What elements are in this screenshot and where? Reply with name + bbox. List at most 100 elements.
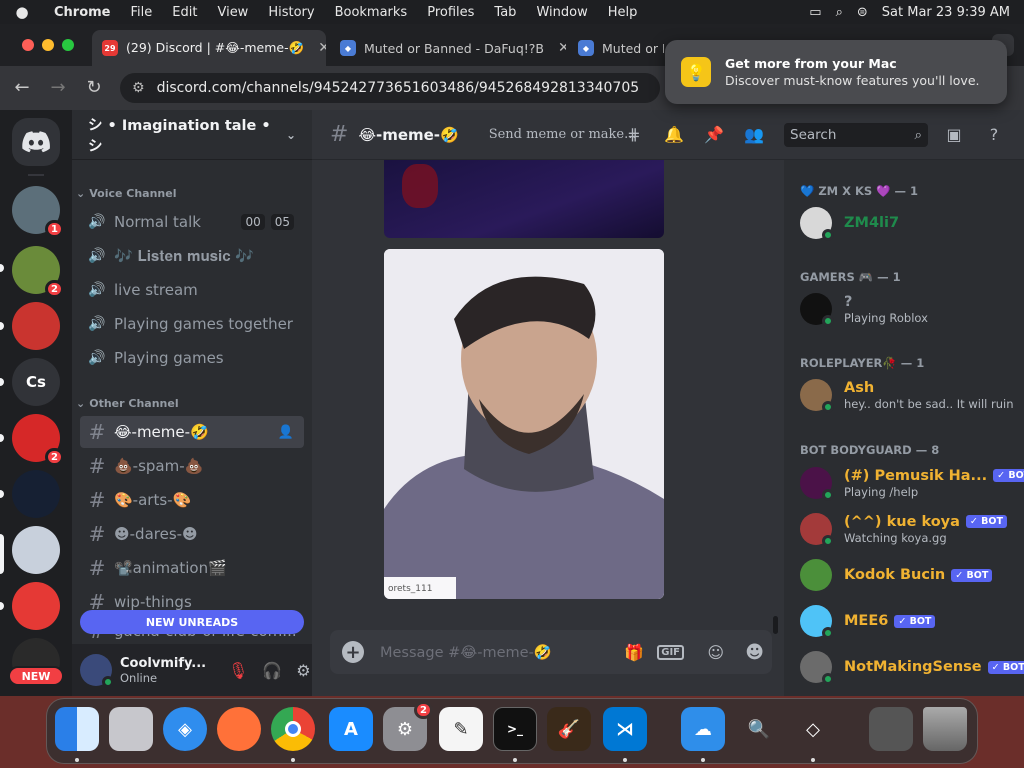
menu-history[interactable]: History bbox=[258, 5, 324, 20]
emoji-icon[interactable]: ☻ bbox=[745, 642, 764, 663]
menu-profiles[interactable]: Profiles bbox=[417, 5, 484, 20]
tab-discord[interactable]: 29 (29) Discord | #😂-meme-🤣 ✕ bbox=[92, 30, 326, 66]
server-icon-imagination-tale[interactable] bbox=[12, 526, 60, 574]
menu-window[interactable]: Window bbox=[526, 5, 597, 20]
spotlight-icon[interactable]: ⌕ bbox=[836, 5, 843, 20]
menu-view[interactable]: View bbox=[207, 5, 258, 20]
screen-mirroring-icon[interactable]: ▭ bbox=[809, 5, 821, 20]
meme-image-attachment[interactable]: orets_111 bbox=[384, 249, 664, 599]
voice-channel-listen-music[interactable]: 🔊 🎶 𝐋𝐢𝐬𝐭𝐞𝐧 𝐦𝐮𝐬𝐢𝐜 🎶 bbox=[80, 240, 304, 272]
gif-icon[interactable]: GIF bbox=[657, 644, 684, 660]
category-voice[interactable]: ⌄ Voice Channel bbox=[76, 187, 177, 200]
new-unreads-banner[interactable]: NEW UNREADS bbox=[80, 610, 304, 634]
gift-icon[interactable]: 🎁 bbox=[624, 643, 644, 662]
forward-icon[interactable]: → bbox=[46, 76, 70, 100]
text-channel-spam[interactable]: # 💩-spam-💩 bbox=[80, 450, 304, 482]
server-icon-6[interactable] bbox=[12, 470, 60, 518]
pin-icon[interactable]: 📌 bbox=[702, 123, 726, 147]
discord-home-button[interactable] bbox=[12, 118, 60, 166]
member-item[interactable]: Ash hey.. don't be sad.. It will ruin ..… bbox=[800, 374, 1020, 416]
user-info[interactable]: Coolvmify... Online bbox=[120, 656, 216, 685]
back-icon[interactable]: ← bbox=[10, 76, 34, 100]
address-bar[interactable]: ⚙ discord.com/channels/94524277365160348… bbox=[120, 73, 660, 103]
system-settings-icon[interactable]: ⚙ 2 bbox=[383, 701, 433, 751]
textedit-icon[interactable]: ✎ bbox=[439, 707, 483, 751]
member-list-icon[interactable]: 👥 bbox=[742, 123, 766, 147]
minimize-window-button[interactable] bbox=[42, 39, 54, 51]
text-channel-arts[interactable]: # 🎨-arts-🎨 bbox=[80, 484, 304, 516]
menu-bookmarks[interactable]: Bookmarks bbox=[325, 5, 418, 20]
sticker-icon[interactable]: ☺ bbox=[707, 643, 724, 662]
voice-channel-playing-games[interactable]: 🔊 Playing games bbox=[80, 342, 304, 374]
close-tab-icon[interactable]: ✕ bbox=[558, 40, 566, 56]
member-item[interactable]: (#) Pemusik Ha... ✓ BOT Playing /help bbox=[800, 462, 1024, 504]
search-input[interactable]: Search ⌕ bbox=[784, 123, 928, 147]
server-icon-8[interactable] bbox=[12, 582, 60, 630]
voice-channel-normal-talk[interactable]: 🔊 Normal talk 00 05 bbox=[80, 206, 304, 238]
server-icon-cs[interactable]: Cs bbox=[12, 358, 60, 406]
member-item[interactable]: MEE6 ✓ BOT bbox=[800, 600, 1020, 642]
screenshots-icon[interactable] bbox=[869, 707, 913, 751]
server-header[interactable]: シ • Imagination tale • シ ⌄ bbox=[72, 110, 312, 160]
server-icon-2[interactable]: 2 bbox=[12, 246, 64, 298]
voice-channel-playing-games-together[interactable]: 🔊 Playing games together bbox=[80, 308, 304, 340]
tab-muted-or-banned[interactable]: ◆ Muted or Banned - DaFuq!?B ✕ bbox=[330, 30, 566, 66]
firefox-icon[interactable] bbox=[217, 707, 261, 751]
new-badge[interactable]: NEW bbox=[8, 666, 64, 686]
text-channel-meme[interactable]: # 😂-meme-🤣 👤 bbox=[80, 416, 304, 448]
menu-app-name[interactable]: Chrome bbox=[44, 5, 121, 20]
chrome-icon[interactable] bbox=[271, 707, 315, 751]
add-member-icon[interactable]: 👤 bbox=[278, 425, 294, 440]
launchpad-icon[interactable] bbox=[109, 707, 153, 751]
member-item[interactable]: ? Playing Roblox bbox=[800, 288, 1020, 330]
finder-icon[interactable] bbox=[55, 707, 99, 751]
weather-icon[interactable]: ☁ bbox=[681, 707, 725, 751]
server-icon-5[interactable]: 2 bbox=[12, 414, 64, 466]
vscode-icon[interactable]: ⋊ bbox=[603, 707, 647, 751]
notification-bell-icon[interactable]: 🔔 bbox=[662, 123, 686, 147]
app-store-icon[interactable]: A bbox=[329, 707, 373, 751]
inbox-icon[interactable]: ▣ bbox=[942, 123, 966, 147]
text-channel-animation[interactable]: # 📽️animation🎬 bbox=[80, 552, 304, 584]
chat-scrollbar[interactable] bbox=[773, 616, 778, 634]
server-icon-3[interactable] bbox=[12, 302, 60, 350]
voice-channel-live-stream[interactable]: 🔊 live stream bbox=[80, 274, 304, 306]
macos-notification[interactable]: 💡 Get more from your Mac Discover must-k… bbox=[665, 40, 1007, 104]
user-avatar[interactable] bbox=[80, 654, 114, 688]
garageband-icon[interactable]: 🎸 bbox=[547, 707, 591, 751]
upload-plus-icon[interactable]: + bbox=[342, 641, 364, 663]
close-window-button[interactable] bbox=[22, 39, 34, 51]
preview-icon[interactable]: 🔍 bbox=[737, 707, 781, 751]
unity-icon[interactable]: ◇ bbox=[791, 707, 835, 751]
previous-image-attachment[interactable] bbox=[384, 160, 664, 238]
help-icon[interactable]: ? bbox=[982, 123, 1006, 147]
menubar-clock[interactable]: Sat Mar 23 9:39 AM bbox=[882, 5, 1010, 20]
reload-icon[interactable]: ↻ bbox=[82, 76, 106, 100]
member-item[interactable]: NotMakingSense ✓ BOT bbox=[800, 646, 1024, 688]
apple-icon[interactable]: ● bbox=[0, 3, 44, 21]
channel-topic[interactable]: Send meme or make... bbox=[489, 127, 637, 142]
terminal-icon[interactable]: >_ bbox=[493, 707, 537, 751]
zoom-window-button[interactable] bbox=[62, 39, 74, 51]
site-info-icon[interactable]: ⚙ bbox=[132, 80, 145, 96]
member-item[interactable]: (^^) kue koya ✓ BOT Watching koya.gg bbox=[800, 508, 1020, 550]
close-tab-icon[interactable]: ✕ bbox=[318, 40, 326, 56]
menu-file[interactable]: File bbox=[121, 5, 163, 20]
control-center-icon[interactable]: ⊜ bbox=[857, 5, 868, 20]
menu-tab[interactable]: Tab bbox=[484, 5, 526, 20]
message-composer[interactable]: + Message #😂-meme-🤣 🎁 GIF ☺ ☻ bbox=[330, 630, 772, 674]
trash-icon[interactable] bbox=[923, 707, 967, 751]
member-item[interactable]: ZM4li7 bbox=[800, 202, 1020, 244]
mute-mic-icon[interactable]: 🎙 bbox=[228, 661, 248, 680]
headphones-icon[interactable]: 🎧 bbox=[262, 661, 282, 680]
server-icon-1[interactable]: 1 bbox=[12, 186, 64, 238]
safari-icon[interactable]: ◈ bbox=[163, 707, 207, 751]
menu-edit[interactable]: Edit bbox=[162, 5, 207, 20]
threads-icon[interactable]: ⋕ bbox=[622, 123, 646, 147]
menu-help[interactable]: Help bbox=[598, 5, 648, 20]
member-item[interactable]: Kodok Bucin ✓ BOT bbox=[800, 554, 1020, 596]
tab-muted-or-banned-2[interactable]: ◆ Muted or Ba bbox=[568, 30, 664, 66]
text-channel-dares[interactable]: # ☻-dares-☻ bbox=[80, 518, 304, 550]
settings-gear-icon[interactable]: ⚙ bbox=[296, 661, 310, 680]
category-other[interactable]: ⌄ Other Channel bbox=[76, 397, 179, 410]
